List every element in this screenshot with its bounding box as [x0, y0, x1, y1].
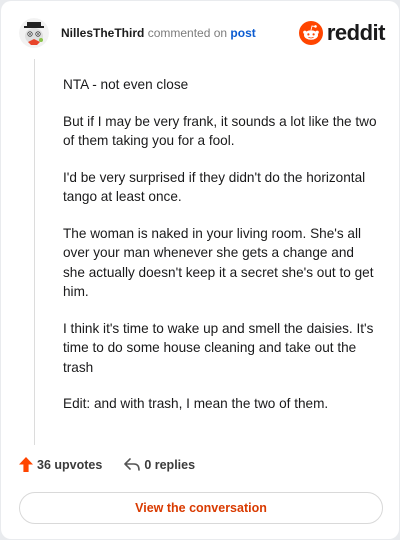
comment-paragraph: I'd be very surprised if they didn't do …: [63, 169, 366, 205]
replies-count: 0 replies: [144, 457, 196, 472]
comment-paragraph: NTA - not even close: [63, 77, 189, 92]
comment-body: NTA - not even close But if I may be ver…: [63, 75, 379, 431]
thread-line: [34, 59, 35, 445]
upvote-button[interactable]: 36 upvotes: [19, 457, 102, 472]
comment-paragraph: But if I may be very frank, it sounds a …: [63, 113, 377, 149]
reddit-snoo-icon: [298, 21, 323, 45]
user-avatar[interactable]: [19, 18, 49, 48]
reddit-logo[interactable]: reddit: [298, 20, 386, 46]
comment-header: NillesTheThird commented on post reddit: [19, 16, 386, 50]
commented-on-text: commented on: [147, 26, 228, 40]
view-conversation-button[interactable]: View the conversation: [19, 492, 383, 524]
username-link[interactable]: NillesTheThird: [61, 26, 144, 40]
reply-arrow-icon: [124, 458, 141, 471]
upvote-count: 36 upvotes: [37, 457, 103, 472]
upvote-arrow-icon: [19, 457, 33, 472]
replies-button[interactable]: 0 replies: [124, 458, 195, 472]
comment-actions: 36 upvotes 0 replies: [19, 457, 195, 472]
comment-paragraph: The woman is naked in your living room. …: [63, 225, 374, 300]
post-link[interactable]: post: [230, 26, 255, 40]
comment-paragraph: I think it's time to wake up and smell t…: [63, 320, 374, 375]
comment-card: NillesTheThird commented on post reddit …: [1, 1, 399, 539]
comment-meta: NillesTheThird commented on post: [61, 26, 256, 40]
reddit-wordmark: reddit: [326, 20, 386, 45]
comment-paragraph: Edit: and with trash, I mean the two of …: [63, 396, 329, 411]
